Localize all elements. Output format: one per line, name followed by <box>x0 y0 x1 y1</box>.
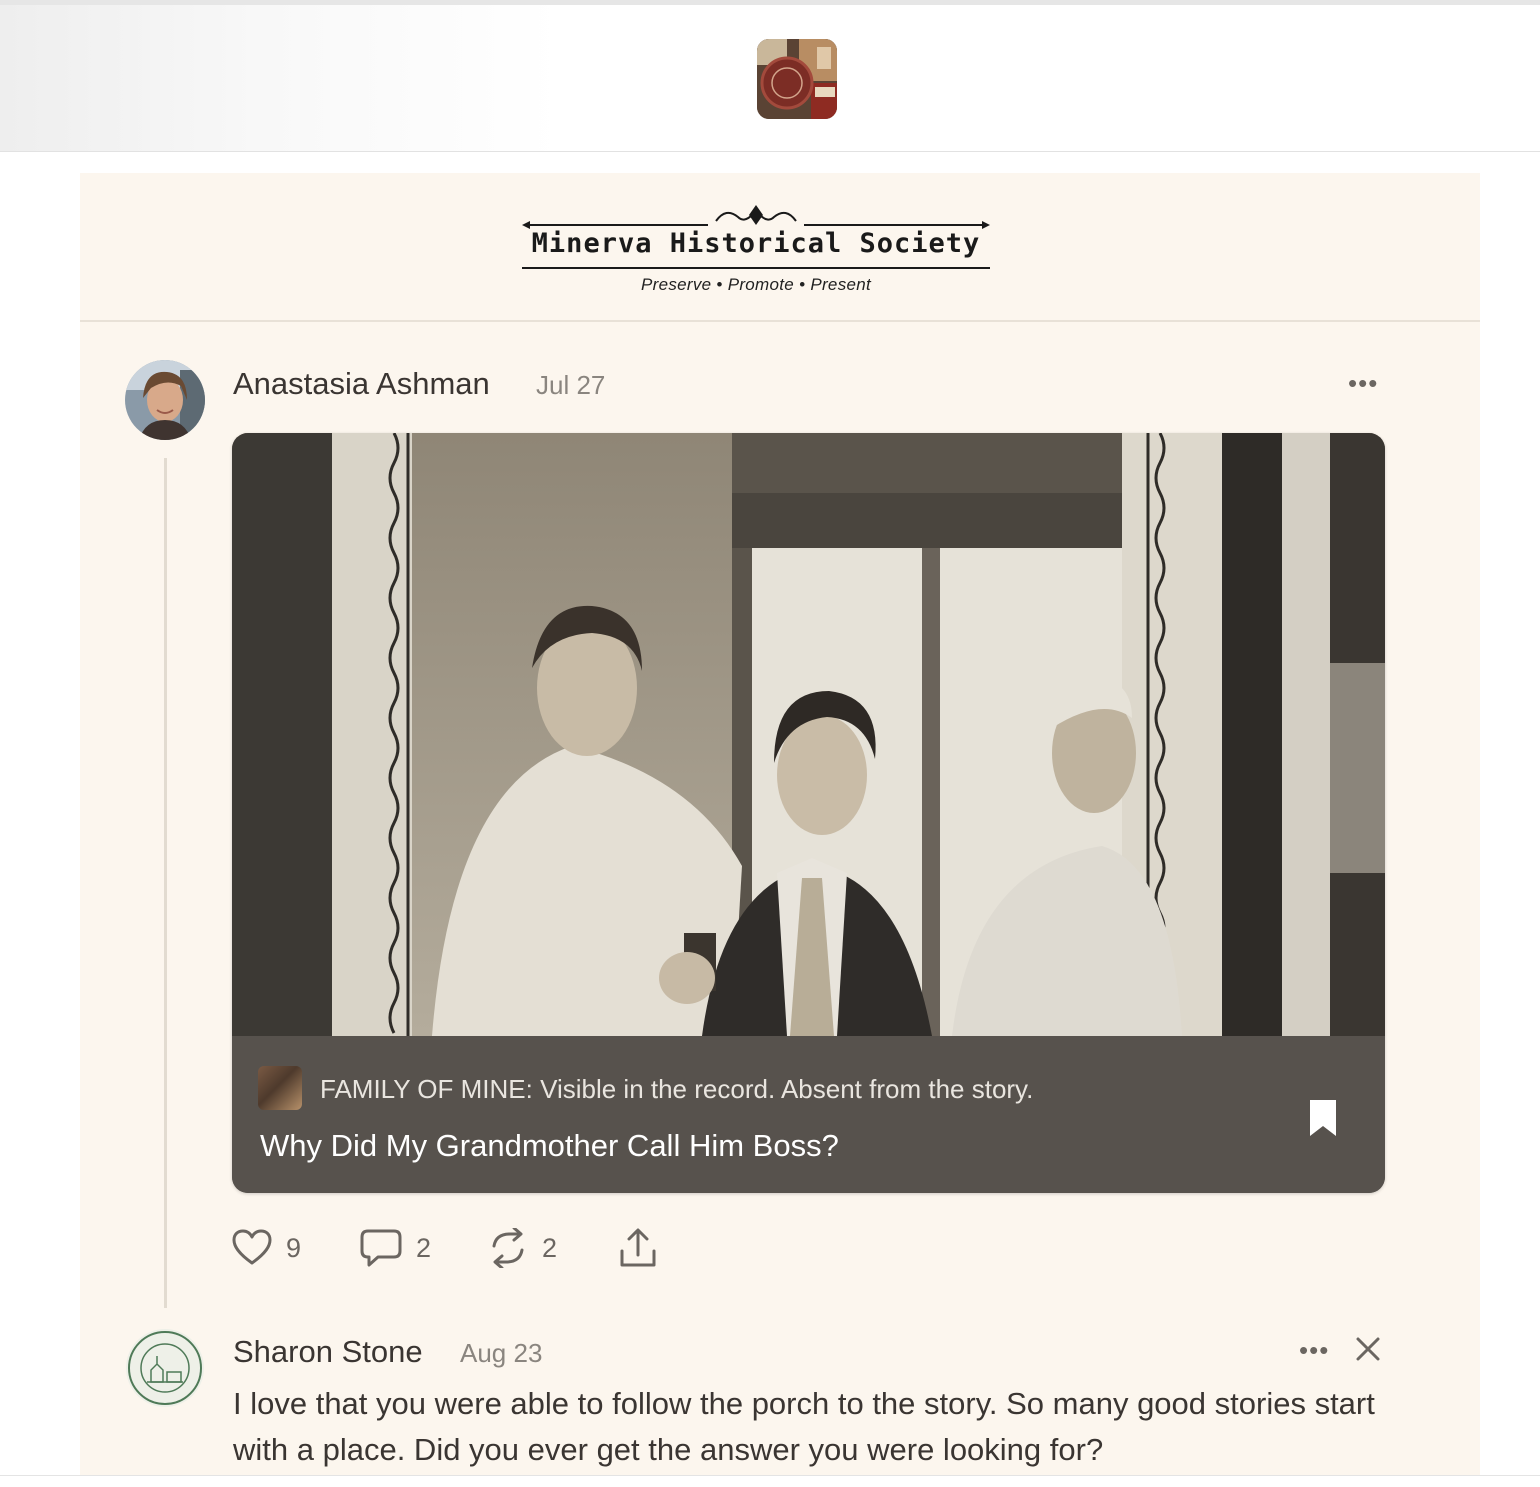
publication-name: Minerva Historical Society <box>531 228 981 259</box>
share-icon <box>620 1228 656 1267</box>
sepia-family-photo <box>232 433 1385 1036</box>
publication-masthead[interactable]: Minerva Historical Society Preserve • Pr… <box>80 173 1480 322</box>
publication-collage-icon[interactable] <box>757 39 837 119</box>
publication-thumbnail-icon <box>258 1066 302 1110</box>
more-options-button[interactable]: ••• <box>1348 368 1378 399</box>
share-button[interactable] <box>618 1226 658 1270</box>
post-card[interactable]: FAMILY OF MINE: Visible in the record. A… <box>232 433 1385 1193</box>
publication-panel: Minerva Historical Society Preserve • Pr… <box>80 173 1480 1486</box>
heart-icon <box>232 1229 272 1265</box>
like-button[interactable]: 9 <box>232 1226 301 1270</box>
restack-count: 2 <box>542 1232 558 1263</box>
thread-line <box>164 458 167 1308</box>
author-name[interactable]: Anastasia Ashman <box>233 366 490 402</box>
avatar-society-seal[interactable] <box>125 1328 205 1408</box>
restack-icon <box>492 1228 524 1268</box>
comment-bubble-icon <box>360 1229 402 1267</box>
top-bar <box>0 5 1540 152</box>
post-card-footer: FAMILY OF MINE: Visible in the record. A… <box>232 1036 1385 1193</box>
reply-text: I love that you were able to follow the … <box>233 1386 1375 1467</box>
post-date[interactable]: Jul 27 <box>536 370 605 401</box>
reply-more-options-button[interactable]: ••• <box>1299 1335 1329 1366</box>
close-icon[interactable] <box>1354 1335 1382 1363</box>
publication-tagline: Preserve • Promote • Present <box>640 275 872 294</box>
window-bottom-edge <box>0 1475 1540 1487</box>
comment-count: 2 <box>416 1232 432 1263</box>
bookmark-icon[interactable] <box>1307 1098 1339 1138</box>
avatar[interactable] <box>125 360 205 440</box>
comment-button[interactable]: 2 <box>360 1226 431 1270</box>
like-count: 9 <box>286 1232 302 1263</box>
reply-author-name[interactable]: Sharon Stone <box>233 1334 423 1370</box>
reply-date[interactable]: Aug 23 <box>460 1338 542 1369</box>
post-publication-label[interactable]: FAMILY OF MINE: Visible in the record. A… <box>320 1074 1033 1105</box>
post-title[interactable]: Why Did My Grandmother Call Him Boss? <box>260 1128 839 1164</box>
restack-button[interactable]: 2 <box>488 1226 557 1270</box>
